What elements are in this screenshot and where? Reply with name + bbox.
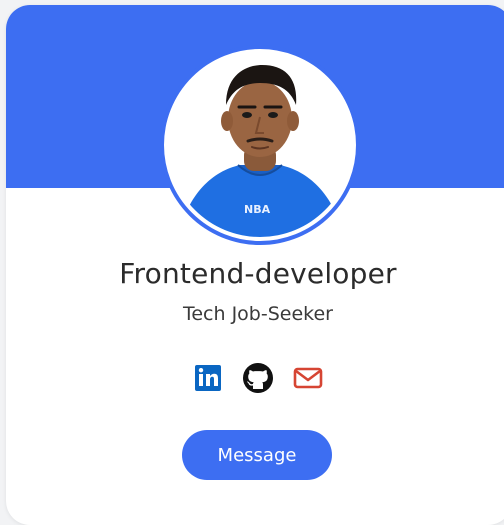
social-links [184,361,332,395]
linkedin-icon [195,365,221,391]
profile-card: NBA Frontend-developer Tech Job-Seeker M… [6,5,504,525]
shirt-text: NBA [244,203,271,216]
message-button[interactable]: Message [182,430,332,480]
linkedin-link[interactable] [192,362,224,394]
email-link[interactable] [292,362,324,394]
profile-title: Frontend-developer [119,257,397,290]
mail-icon [293,367,323,389]
avatar-ring: NBA [160,45,360,245]
avatar: NBA [164,49,356,241]
github-link[interactable] [242,362,274,394]
avatar-image: NBA [168,53,352,237]
profile-subtitle: Tech Job-Seeker [182,303,333,325]
github-icon [243,363,273,393]
